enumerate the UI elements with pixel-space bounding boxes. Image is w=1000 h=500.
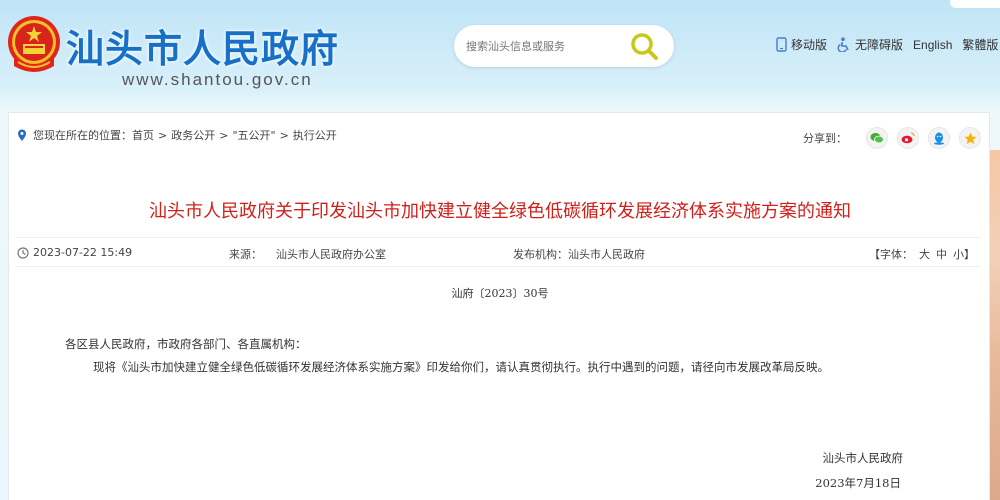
english-label: English	[913, 37, 953, 52]
location-icon	[18, 129, 26, 141]
publish-date: 2023-07-22 15:49	[17, 246, 132, 259]
font-size-label: 【字体：	[869, 248, 913, 261]
wechat-icon[interactable]	[866, 127, 888, 149]
accessibility-icon	[837, 37, 849, 52]
signature: 汕头市人民政府	[822, 451, 904, 465]
share-label: 分享到：	[803, 132, 847, 145]
breadcrumb: 您现在所在的位置： 首页 > 政务公开 > "五公开" > 执行公开	[17, 127, 337, 143]
breadcrumb-separator: >	[219, 128, 229, 142]
document-number: 汕府〔2023〕30号	[451, 287, 549, 300]
share-bar: 分享到：	[803, 127, 981, 149]
article-title: 汕头市人民政府关于印发汕头市加快建立健全绿色低碳循环发展经济体系实施方案的通知	[149, 201, 851, 222]
font-size-control: 【字体： 大中小】	[869, 246, 975, 262]
breadcrumb-five-disclosures[interactable]: "五公开"	[232, 127, 275, 143]
search-input[interactable]	[466, 35, 616, 57]
site-header: 汕头市人民政府 www.shantou.gov.cn 移动版 无障碍版 Engl…	[0, 0, 1000, 110]
article-panel: 您现在所在的位置： 首页 > 政务公开 > "五公开" > 执行公开 分享到： …	[8, 112, 990, 500]
mobile-version-label: 移动版	[791, 38, 828, 52]
qzone-icon[interactable]	[959, 127, 981, 149]
font-small-button[interactable]: 小】	[953, 248, 975, 261]
site-url: www.shantou.gov.cn	[122, 70, 313, 89]
clock-icon	[17, 246, 29, 259]
national-emblem-icon[interactable]	[6, 14, 62, 76]
breadcrumb-separator: >	[158, 128, 168, 142]
search-icon[interactable]	[628, 31, 660, 61]
article-meta: 2023-07-22 15:49 来源： 汕头市人民政府办公室 发布机构：汕头市人…	[15, 237, 981, 267]
breadcrumb-execution-disclosure[interactable]: 执行公开	[293, 127, 337, 143]
corner-tab	[950, 0, 1000, 8]
source-value: 汕头市人民政府办公室	[276, 248, 386, 261]
site-title[interactable]: 汕头市人民政府	[66, 18, 339, 73]
top-links: 移动版 无障碍版 English 繁體版	[776, 36, 1000, 53]
breadcrumb-home[interactable]: 首页	[132, 127, 154, 143]
accessible-version-label: 无障碍版	[855, 38, 904, 52]
signature-date: 2023年7月18日	[815, 476, 901, 490]
breadcrumb-prefix: 您现在所在的位置：	[33, 129, 132, 142]
source-label: 来源：	[229, 248, 262, 261]
breadcrumb-gov-affairs[interactable]: 政务公开	[171, 127, 215, 143]
salutation: 各区县人民政府，市政府各部门、各直属机构：	[65, 337, 307, 351]
traditional-chinese-link[interactable]: 繁體版	[962, 36, 998, 53]
breadcrumb-separator: >	[279, 128, 289, 142]
english-link[interactable]: English	[913, 38, 952, 52]
article-body: 各区县人民政府，市政府各部门、各直属机构： 现将《汕头市加快建立健全绿色低碳循环…	[65, 333, 925, 379]
accessible-version-link[interactable]: 无障碍版	[837, 36, 903, 53]
publisher-label: 发布机构：	[513, 248, 568, 261]
publish-date-value: 2023-07-22 15:49	[33, 246, 133, 259]
font-large-button[interactable]: 大	[919, 248, 930, 261]
qq-icon[interactable]	[928, 127, 950, 149]
weibo-icon[interactable]	[897, 127, 919, 149]
publisher: 发布机构：汕头市人民政府	[513, 246, 645, 262]
font-medium-button[interactable]: 中	[936, 248, 947, 261]
body-paragraph: 现将《汕头市加快建立健全绿色低碳循环发展经济体系实施方案》印发给你们，请认真贯彻…	[93, 360, 829, 374]
side-decoration	[990, 150, 1000, 500]
search-box	[454, 25, 674, 67]
publisher-value: 汕头市人民政府	[568, 248, 645, 261]
source: 来源： 汕头市人民政府办公室	[229, 246, 386, 262]
mobile-version-link[interactable]: 移动版	[776, 36, 827, 53]
mobile-icon	[776, 37, 787, 52]
traditional-chinese-label: 繁體版	[962, 38, 999, 52]
